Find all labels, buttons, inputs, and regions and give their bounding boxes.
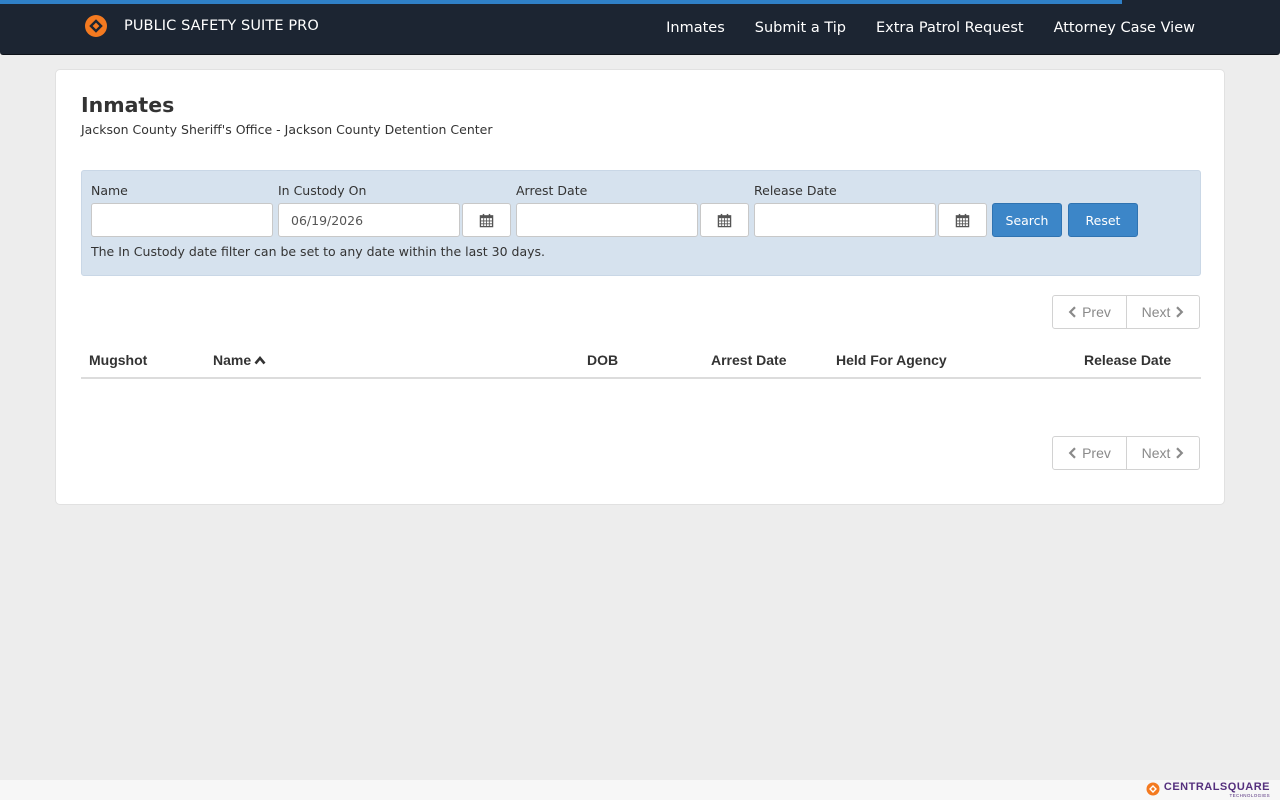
nav-inmates[interactable]: Inmates	[666, 20, 725, 36]
nav-extra-patrol-request[interactable]: Extra Patrol Request	[876, 20, 1024, 36]
pagination-top: Prev Next	[1052, 295, 1201, 329]
in-custody-calendar-button[interactable]	[462, 203, 511, 237]
column-release-date[interactable]: Release Date	[1084, 352, 1171, 368]
chevron-left-icon	[1068, 447, 1076, 459]
release-date-calendar-button[interactable]	[938, 203, 987, 237]
chevron-right-icon	[1176, 306, 1184, 318]
loading-progress-bar	[0, 0, 1122, 4]
pagination-bottom: Prev Next	[1052, 436, 1201, 470]
arrest-date-calendar-button[interactable]	[700, 203, 749, 237]
name-input[interactable]	[91, 203, 273, 237]
calendar-icon	[955, 213, 970, 227]
arrest-date-label: Arrest Date	[516, 183, 588, 198]
in-custody-date-input[interactable]	[278, 203, 460, 237]
page-title: Inmates	[81, 93, 175, 117]
diamond-logo-icon	[85, 15, 107, 37]
calendar-icon	[479, 213, 494, 227]
column-mugshot: Mugshot	[89, 352, 148, 368]
next-label: Next	[1141, 445, 1171, 461]
chevron-left-icon	[1068, 306, 1076, 318]
next-page-button-bottom[interactable]: Next	[1126, 436, 1200, 470]
next-label: Next	[1141, 304, 1171, 320]
prev-label: Prev	[1082, 304, 1111, 320]
calendar-icon	[717, 213, 732, 227]
prev-page-button-top[interactable]: Prev	[1052, 295, 1127, 329]
custody-filter-note: The In Custody date filter can be set to…	[91, 244, 546, 259]
prev-label: Prev	[1082, 445, 1111, 461]
next-page-button-top[interactable]: Next	[1126, 295, 1200, 329]
inmates-table-header: Mugshot Name DOB Arrest Date Held For Ag…	[81, 340, 1201, 379]
footer-subbrand: TECHNOLOGIES	[1229, 793, 1270, 798]
chevron-right-icon	[1176, 447, 1184, 459]
name-label: Name	[91, 183, 128, 198]
release-date-input[interactable]	[754, 203, 936, 237]
inmates-card: Inmates Jackson County Sheriff's Office …	[55, 69, 1225, 505]
column-name-label: Name	[213, 352, 252, 368]
page-subtitle: Jackson County Sheriff's Office - Jackso…	[81, 122, 493, 137]
filter-panel: Name In Custody On Arrest Date R	[81, 170, 1201, 276]
brand[interactable]: PUBLIC SAFETY SUITE PRO	[84, 14, 319, 38]
column-name[interactable]: Name	[213, 352, 266, 368]
chevron-up-icon	[254, 355, 266, 365]
reset-button[interactable]: Reset	[1068, 203, 1138, 237]
top-navbar: PUBLIC SAFETY SUITE PRO Inmates Submit a…	[0, 0, 1280, 55]
footer-brand: CENTRALSQUARE	[1163, 781, 1270, 793]
column-arrest-date[interactable]: Arrest Date	[711, 352, 786, 368]
column-dob[interactable]: DOB	[587, 352, 618, 368]
column-held-for-agency[interactable]: Held For Agency	[836, 352, 947, 368]
diamond-logo-icon	[1146, 782, 1160, 796]
prev-page-button-bottom[interactable]: Prev	[1052, 436, 1127, 470]
search-button[interactable]: Search	[992, 203, 1062, 237]
in-custody-label: In Custody On	[278, 183, 367, 198]
nav-submit-a-tip[interactable]: Submit a Tip	[755, 20, 846, 36]
page-footer: CENTRALSQUARE TECHNOLOGIES	[0, 780, 1280, 800]
centralsquare-logo[interactable]: CENTRALSQUARE TECHNOLOGIES	[1146, 781, 1270, 798]
arrest-date-input[interactable]	[516, 203, 698, 237]
main-nav: Inmates Submit a Tip Extra Patrol Reques…	[636, 0, 1195, 55]
release-date-label: Release Date	[754, 183, 837, 198]
brand-name: PUBLIC SAFETY SUITE PRO	[124, 18, 319, 34]
nav-attorney-case-view[interactable]: Attorney Case View	[1054, 20, 1195, 36]
